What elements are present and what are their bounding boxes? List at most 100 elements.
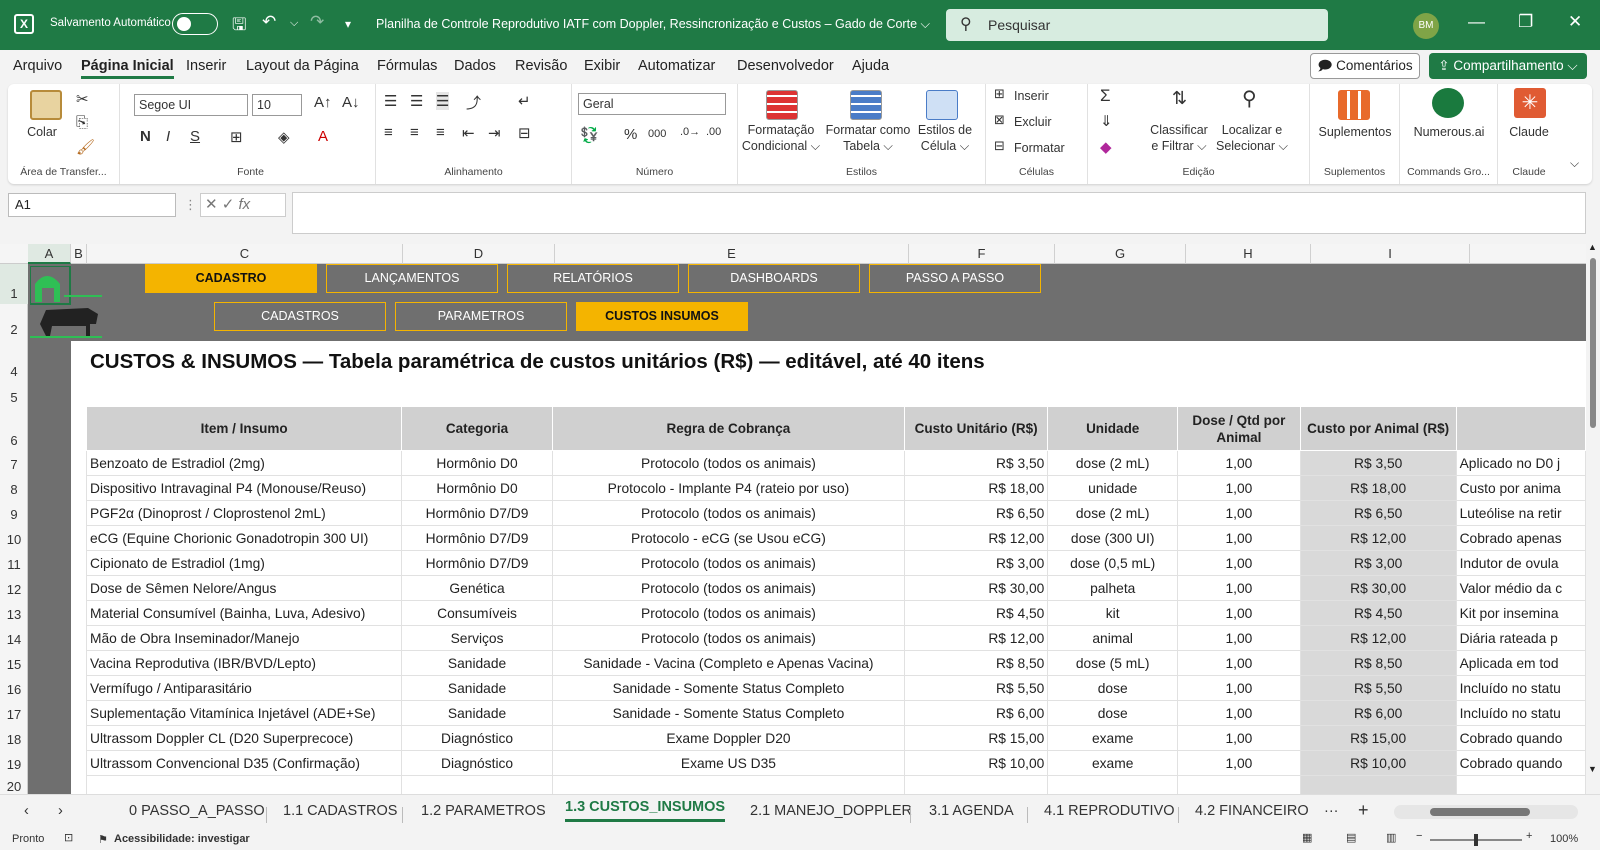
cell-styles-label[interactable]: Estilos de Célula ⌵	[912, 122, 978, 154]
addins-label[interactable]: Suplementos	[1310, 124, 1400, 140]
cell-dose[interactable]: 1,00	[1177, 500, 1301, 526]
cell-custo-unitario[interactable]: R$ 3,50	[904, 450, 1049, 476]
cell-custo-unitario[interactable]: R$ 18,00	[904, 475, 1049, 501]
cell-categoria[interactable]: Sanidade	[401, 700, 553, 726]
align-right-icon[interactable]: ≡	[436, 124, 445, 141]
page-break-view-icon[interactable]: ▥	[1386, 831, 1396, 844]
zoom-out-icon[interactable]: −	[1416, 830, 1422, 842]
sort-filter-icon[interactable]: ⇅	[1172, 88, 1187, 109]
cell-custo-unitario[interactable]: R$ 6,00	[904, 700, 1049, 726]
increase-font-icon[interactable]: A↑	[314, 94, 332, 111]
cell-categoria[interactable]: Diagnóstico	[401, 725, 553, 751]
cell-custo-animal[interactable]: R$ 3,00	[1299, 550, 1457, 576]
cell-categoria[interactable]: Consumíveis	[401, 600, 553, 626]
decrease-decimal-icon[interactable]: .00	[706, 126, 721, 138]
cell-unidade[interactable]: dose	[1047, 700, 1179, 726]
empty-cell[interactable]	[1455, 775, 1586, 794]
autosave-toggle[interactable]	[172, 13, 218, 35]
cell-categoria[interactable]: Hormônio D7/D9	[401, 550, 553, 576]
cell-custo-animal[interactable]: R$ 12,00	[1299, 525, 1457, 551]
cell-regra[interactable]: Protocolo - Implante P4 (rateio por uso)	[551, 475, 906, 501]
row-header[interactable]: 19	[0, 752, 28, 777]
document-title[interactable]: Planilha de Controle Reprodutivo IATF co…	[376, 17, 930, 32]
name-box[interactable]: A1	[8, 193, 176, 217]
empty-cell[interactable]	[85, 775, 403, 794]
format-cells-icon[interactable]: ⊟	[994, 138, 1005, 154]
paste-label[interactable]: Colar	[22, 124, 62, 140]
redo-icon[interactable]: ↷	[310, 12, 324, 32]
format-table-icon[interactable]	[850, 90, 882, 120]
cell-custo-unitario[interactable]: R$ 15,00	[904, 725, 1049, 751]
cell-custo-animal[interactable]: R$ 18,00	[1299, 475, 1457, 501]
cell-unidade[interactable]: exame	[1047, 725, 1179, 751]
column-header-g[interactable]: G	[1055, 244, 1186, 264]
cell-regra[interactable]: Protocolo (todos os animais)	[551, 500, 906, 526]
cell-custo-animal[interactable]: R$ 10,00	[1299, 750, 1457, 776]
cell-regra[interactable]: Protocolo (todos os animais)	[551, 550, 906, 576]
cell-regra[interactable]: Protocolo (todos os animais)	[551, 450, 906, 476]
insert-cells-label[interactable]: Inserir	[1014, 88, 1049, 104]
undo-icon[interactable]: ↶	[262, 12, 276, 32]
header-observacao[interactable]	[1455, 406, 1586, 451]
cell-unidade[interactable]: dose (2 mL)	[1047, 450, 1179, 476]
cell-item[interactable]: Mão de Obra Inseminador/Manejo	[85, 625, 403, 651]
cell-item[interactable]: eCG (Equine Chorionic Gonadotropin 300 U…	[85, 525, 403, 551]
horizontal-scroll-thumb[interactable]	[1430, 808, 1530, 816]
numerous-label[interactable]: Numerous.ai	[1400, 124, 1498, 140]
wrap-text-icon[interactable]: ↵	[518, 92, 531, 110]
column-header-a[interactable]: A	[28, 244, 71, 264]
comments-button[interactable]: 🗩 Comentários	[1310, 53, 1420, 79]
row-header[interactable]: 2	[0, 304, 28, 341]
search-box[interactable]: ⚲ Pesquisar	[946, 9, 1328, 41]
cell-categoria[interactable]: Sanidade	[401, 675, 553, 701]
cell-categoria[interactable]: Hormônio D0	[401, 450, 553, 476]
header-item[interactable]: Item / Insumo	[85, 406, 403, 451]
cell-observacao[interactable]: Incluído no statu	[1455, 675, 1586, 701]
cell-custo-unitario[interactable]: R$ 12,00	[904, 525, 1049, 551]
delete-cells-label[interactable]: Excluir	[1014, 114, 1052, 130]
cell-unidade[interactable]: animal	[1047, 625, 1179, 651]
menu-ajuda[interactable]: Ajuda	[852, 58, 889, 74]
cell-categoria[interactable]: Hormônio D0	[401, 475, 553, 501]
cell-custo-animal[interactable]: R$ 5,50	[1299, 675, 1457, 701]
cell-custo-unitario[interactable]: R$ 10,00	[904, 750, 1049, 776]
underline-button[interactable]: S	[190, 128, 200, 145]
column-header-d[interactable]: D	[403, 244, 555, 264]
subnav-custos-insumos-button[interactable]: CUSTOS INSUMOS	[576, 302, 748, 331]
delete-cells-icon[interactable]: ⊠	[994, 112, 1005, 128]
cell-custo-animal[interactable]: R$ 15,00	[1299, 725, 1457, 751]
restore-icon[interactable]: ❐	[1518, 12, 1533, 32]
cell-dose[interactable]: 1,00	[1177, 450, 1301, 476]
cancel-icon[interactable]: ✕	[205, 196, 222, 213]
cell-regra[interactable]: Protocolo (todos os animais)	[551, 575, 906, 601]
cell-custo-unitario[interactable]: R$ 3,00	[904, 550, 1049, 576]
copy-icon[interactable]: ⎘	[76, 114, 88, 131]
cell-item[interactable]: Vacina Reprodutiva (IBR/BVD/Lepto)	[85, 650, 403, 676]
cell-regra[interactable]: Sanidade - Vacina (Completo e Apenas Vac…	[551, 650, 906, 676]
font-name-select[interactable]: Segoe UI	[134, 94, 248, 116]
cell-dose[interactable]: 1,00	[1177, 475, 1301, 501]
row-header[interactable]: 4	[0, 341, 28, 383]
align-center-icon[interactable]: ≡	[410, 124, 419, 141]
cell-custo-animal[interactable]: R$ 4,50	[1299, 600, 1457, 626]
cell-item[interactable]: Ultrassom Doppler CL (D20 Superprecoce)	[85, 725, 403, 751]
empty-cell[interactable]	[401, 775, 553, 794]
cell-unidade[interactable]: dose (0,5 mL)	[1047, 550, 1179, 576]
cell-observacao[interactable]: Indutor de ovula	[1455, 550, 1586, 576]
menu-pagina-inicial[interactable]: Página Inicial	[81, 58, 174, 79]
menu-dados[interactable]: Dados	[454, 58, 496, 74]
cell-observacao[interactable]: Cobrado apenas	[1455, 525, 1586, 551]
zoom-level[interactable]: 100%	[1550, 833, 1578, 845]
menu-desenvolvedor[interactable]: Desenvolvedor	[737, 58, 834, 74]
cell-item[interactable]: Cipionato de Estradiol (1mg)	[85, 550, 403, 576]
conditional-format-label[interactable]: Formatação Condicional ⌵	[738, 122, 824, 154]
cell-regra[interactable]: Protocolo (todos os animais)	[551, 625, 906, 651]
cell-unidade[interactable]: dose (5 mL)	[1047, 650, 1179, 676]
font-size-select[interactable]: 10	[252, 94, 302, 116]
addins-icon[interactable]	[1338, 90, 1370, 120]
cell-item[interactable]: Suplementação Vitamínica Injetável (ADE+…	[85, 700, 403, 726]
column-header-c[interactable]: C	[87, 244, 403, 264]
cell-unidade[interactable]: kit	[1047, 600, 1179, 626]
cell-unidade[interactable]: exame	[1047, 750, 1179, 776]
cell-regra[interactable]: Exame US D35	[551, 750, 906, 776]
